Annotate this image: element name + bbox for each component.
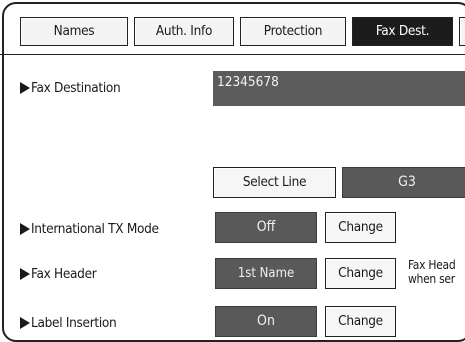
international-tx-value: Off [215,212,317,243]
right-triangle-icon [20,317,30,329]
fax-destination-label: Fax Destination [20,80,121,96]
fax-destination-label-text: Fax Destination [31,80,121,96]
right-triangle-icon [20,268,30,280]
international-tx-change-button[interactable]: Change [325,212,396,243]
fax-header-value: 1st Name [215,258,317,289]
line-value: G3 [342,167,465,198]
fax-destination-value: 12345678 [217,74,279,90]
select-line-button[interactable]: Select Line [213,167,336,198]
fax-header-note-line1: Fax Head [408,258,456,272]
fax-header-note: Fax Head when ser [408,258,456,286]
tab-protection[interactable]: Protection [240,17,346,46]
fax-header-note-line2: when ser [408,272,455,286]
label-insertion-label-text: Label Insertion [31,315,117,331]
fax-destination-field[interactable]: 12345678 [213,71,465,106]
tab-bar: Names Auth. Info Protection Fax Dest. [0,0,465,55]
international-tx-label: International TX Mode [20,221,159,237]
label-insertion-change-button[interactable]: Change [325,306,396,337]
fax-header-label-text: Fax Header [31,266,97,282]
right-triangle-icon [20,82,30,94]
fax-header-change-button[interactable]: Change [325,258,396,289]
tab-names[interactable]: Names [20,17,128,46]
tab-auth-info[interactable]: Auth. Info [134,17,234,46]
right-triangle-icon [20,223,30,235]
international-tx-label-text: International TX Mode [31,221,159,237]
label-insertion-label: Label Insertion [20,315,117,331]
tab-next-partial[interactable] [459,17,465,46]
label-insertion-value: On [215,306,317,337]
fax-header-label: Fax Header [20,266,97,282]
tab-fax-dest[interactable]: Fax Dest. [352,17,453,46]
